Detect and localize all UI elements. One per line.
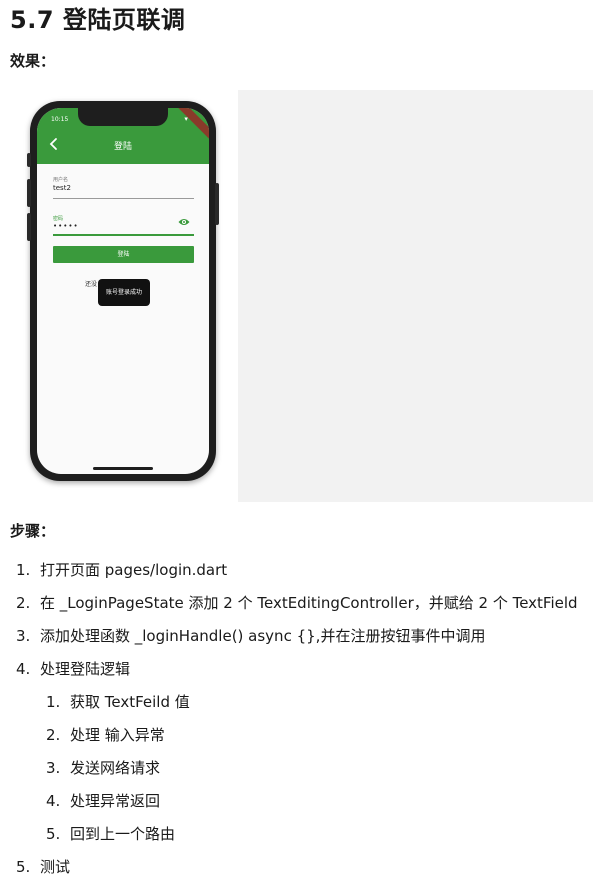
login-button[interactable]: 登陆 [53,246,194,263]
list-item: 3. 添加处理函数 _loginHandle() async {},并在注册按钮事… [16,627,486,645]
list-item: 2. 处理 输入异常 [46,726,165,744]
status-time: 10:15 [51,116,69,123]
list-item: 4. 处理异常返回 [46,792,161,810]
phone-notch [78,108,168,126]
eye-icon[interactable] [178,217,190,227]
page-title: 5.7 登陆页联调 [10,6,186,34]
list-item: 1. 打开页面 pages/login.dart [16,561,228,579]
list-item: 1. 获取 TextFeild 值 [46,693,190,711]
list-item: 3. 发送网络请求 [46,759,161,777]
steps-list: 1. 打开页面 pages/login.dart 2. 在 _LoginPageSt… [16,560,578,692]
sub-steps-list: 1. 获取 TextFeild 值 2. 处理 输入异常 3. 发送网络请求 4. 处理… [46,692,190,857]
username-input[interactable]: test2 [53,184,71,192]
debug-banner [177,108,209,143]
list-item: 2. 在 _LoginPageState 添加 2 个 TextEditingCo… [16,594,578,612]
steps-heading: 步骤： [10,522,56,540]
effect-heading: 效果： [10,52,56,70]
home-indicator [93,467,153,470]
toast-message: 账号登录成功 [98,279,150,306]
phone-mockup: 10:15 ▾ ▮ 登陆 用户名 test2 密码 ••••• 登陆 还没 账号… [27,101,219,481]
username-underline [53,198,194,199]
list-item: 4. 处理登陆逻辑 [16,660,131,678]
phone-power-button [215,183,219,225]
password-label: 密码 [53,216,64,222]
password-input[interactable]: ••••• [53,222,79,230]
list-item: 5. 测试 [16,858,71,876]
placeholder-panel [238,90,593,502]
phone-mute-switch [27,153,31,167]
phone-volume-down [27,213,31,241]
phone-volume-up [27,179,31,207]
list-item: 5. 回到上一个路由 [46,825,176,843]
phone-screen: 10:15 ▾ ▮ 登陆 用户名 test2 密码 ••••• 登陆 还没 账号… [37,108,209,474]
register-link[interactable]: 还没 [85,279,97,288]
app-bar-title: 登陆 [113,142,132,152]
username-label: 用户名 [53,177,69,183]
password-underline [53,234,194,236]
